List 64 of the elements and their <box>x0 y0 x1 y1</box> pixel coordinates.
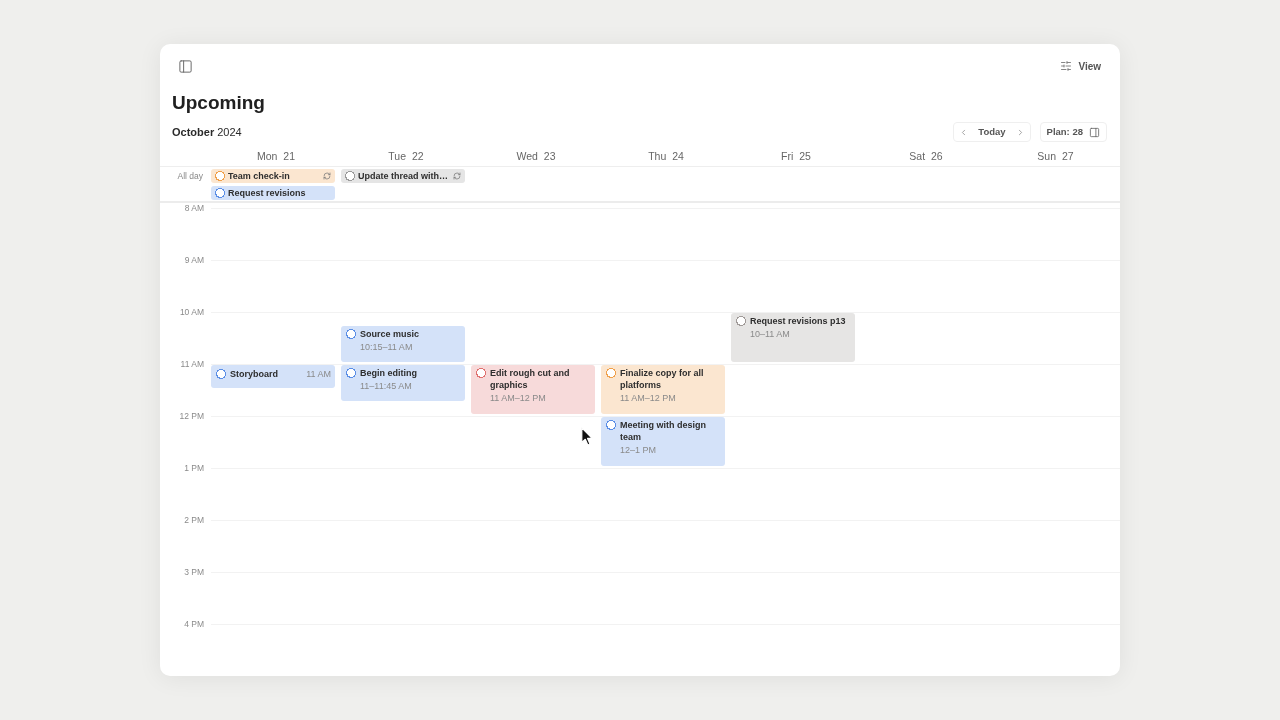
event-title: Begin editing <box>360 367 417 379</box>
month-label: October 2024 <box>172 124 242 140</box>
event-title: Edit rough cut and graphics <box>490 367 571 391</box>
hour-label: 12 PM <box>179 411 204 421</box>
page-title: Upcoming <box>172 91 265 115</box>
event-card[interactable]: Finalize copy for all platforms 11 AM–12 PM <box>601 365 725 414</box>
hour-label: 9 AM <box>184 255 204 265</box>
side-panel-icon <box>1089 126 1100 138</box>
event-title: Update thread with… <box>358 170 448 182</box>
sliders-icon <box>1060 60 1073 72</box>
task-checkbox[interactable] <box>606 368 616 378</box>
event-time: 10:15–11 AM <box>360 341 414 353</box>
day-header: Thu 24 <box>648 149 684 163</box>
event-time: 11 AM–12 PM <box>490 392 547 404</box>
event-title: Request revisions <box>228 187 306 199</box>
day-header: Mon 21 <box>257 149 295 163</box>
all-day-label: All day <box>177 171 203 183</box>
all-day-event[interactable]: Request revisions <box>211 186 335 200</box>
all-day-event[interactable]: Update thread with… <box>341 169 465 183</box>
event-time: 11 AM <box>306 368 331 380</box>
day-header: Wed 23 <box>516 149 556 163</box>
hour-label: 2 PM <box>184 515 204 525</box>
day-header: Sun 27 <box>1037 149 1074 163</box>
event-time: 11–11:45 AM <box>360 380 413 392</box>
day-header: Sat 26 <box>909 149 943 163</box>
today-button[interactable]: Today <box>970 124 1014 140</box>
event-card[interactable]: Source music 10:15–11 AM <box>341 326 465 362</box>
task-checkbox[interactable] <box>606 420 616 430</box>
sidebar-toggle-button[interactable] <box>177 58 193 74</box>
sidebar-icon <box>177 58 193 74</box>
all-day-event[interactable]: Team check-in <box>211 169 335 183</box>
event-card[interactable]: Storyboard 11 AM <box>211 365 335 388</box>
task-checkbox[interactable] <box>216 369 226 379</box>
task-checkbox[interactable] <box>346 368 356 378</box>
hour-label: 1 PM <box>184 463 204 473</box>
day-header: Fri 25 <box>781 149 811 163</box>
event-title: Team check-in <box>228 170 290 182</box>
event-title: Request revisions p13 <box>750 315 846 327</box>
mouse-pointer-icon <box>581 427 593 446</box>
task-checkbox[interactable] <box>476 368 486 378</box>
event-card[interactable]: Begin editing 11–11:45 AM <box>341 365 465 401</box>
event-title: Meeting with design team <box>620 419 707 443</box>
plan-button[interactable]: Plan: 28 <box>1039 122 1107 142</box>
event-time: 11 AM–12 PM <box>620 392 677 404</box>
hour-label: 10 AM <box>179 307 204 317</box>
event-card[interactable]: Meeting with design team 12–1 PM <box>601 417 725 466</box>
view-button[interactable]: View <box>1060 57 1102 75</box>
event-title: Storyboard <box>230 368 278 380</box>
task-checkbox[interactable] <box>215 188 225 198</box>
hour-label: 8 AM <box>184 203 204 213</box>
day-header: Tue 22 <box>388 149 424 163</box>
hour-label: 3 PM <box>184 567 204 577</box>
event-card[interactable]: Edit rough cut and graphics 11 AM–12 PM <box>471 365 595 414</box>
event-title: Source music <box>360 328 420 340</box>
task-checkbox[interactable] <box>345 171 355 181</box>
event-title: Finalize copy for all platforms <box>620 367 705 391</box>
task-checkbox[interactable] <box>736 316 746 326</box>
task-checkbox[interactable] <box>215 171 225 181</box>
event-card[interactable]: Request revisions p13 10–11 AM <box>731 313 855 362</box>
hour-label: 11 AM <box>180 359 204 369</box>
hour-label: 4 PM <box>184 619 204 629</box>
event-time: 12–1 PM <box>620 444 658 456</box>
event-time: 10–11 AM <box>750 328 791 340</box>
task-checkbox[interactable] <box>346 329 356 339</box>
